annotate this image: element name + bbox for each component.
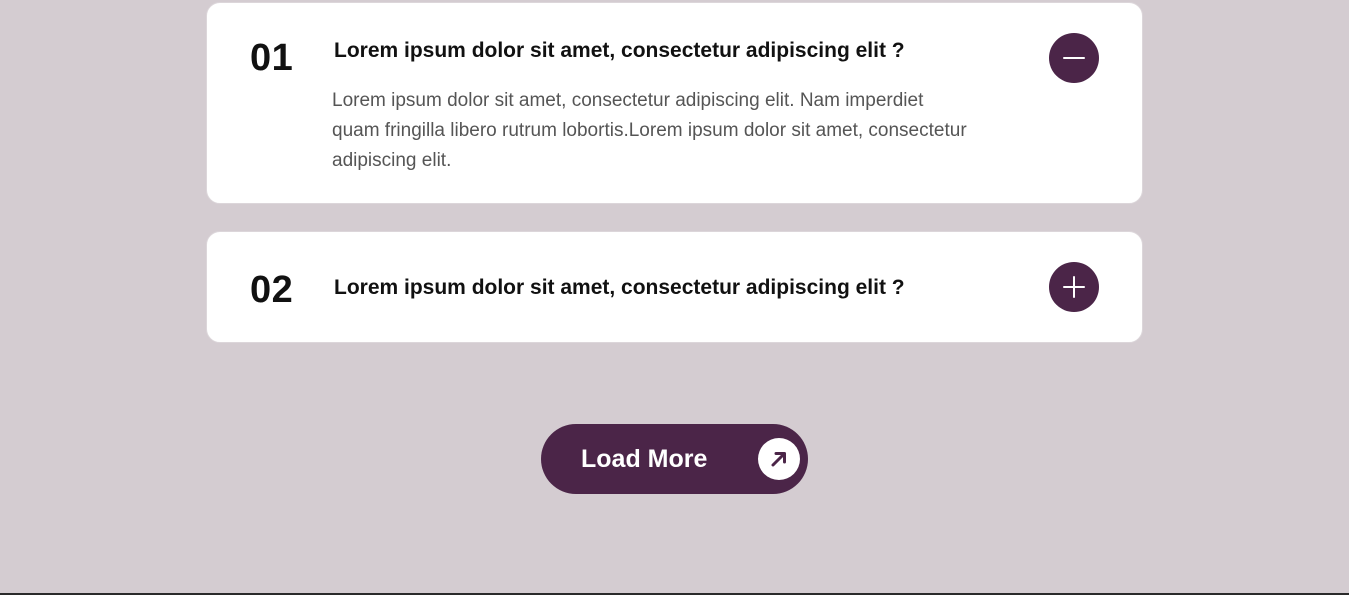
plus-icon [1063, 276, 1085, 298]
load-more-label: Load More [581, 445, 708, 473]
faq-question[interactable]: Lorem ipsum dolor sit amet, consectetur … [334, 276, 905, 300]
expand-button[interactable] [1049, 262, 1099, 312]
faq-item-2: 02 Lorem ipsum dolor sit amet, consectet… [206, 231, 1143, 343]
faq-answer: Lorem ipsum dolor sit amet, consectetur … [332, 90, 967, 171]
faq-item-1: 01 Lorem ipsum dolor sit amet, consectet… [206, 2, 1143, 204]
load-more-button[interactable]: Load More [541, 424, 808, 494]
faq-number: 01 [250, 37, 294, 79]
faq-number: 02 [250, 269, 294, 311]
faq-question[interactable]: Lorem ipsum dolor sit amet, consectetur … [334, 39, 905, 63]
minus-icon [1063, 57, 1085, 59]
arrow-up-right-icon [758, 438, 800, 480]
collapse-button[interactable] [1049, 33, 1099, 83]
